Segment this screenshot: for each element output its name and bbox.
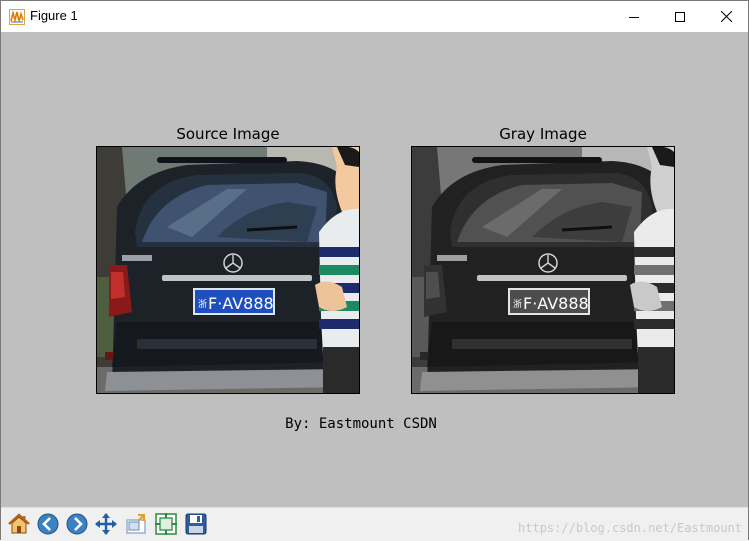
minimize-icon xyxy=(629,16,639,18)
back-arrow-icon xyxy=(37,513,59,535)
forward-arrow-icon xyxy=(66,513,88,535)
home-button[interactable] xyxy=(6,511,32,537)
gray-image-axes[interactable]: 浙 F·AV888 xyxy=(411,146,675,394)
title-bar: Figure 1 xyxy=(1,1,748,32)
plate-text: F·AV888 xyxy=(208,294,274,313)
gray-image: 浙 F·AV888 xyxy=(412,147,674,393)
save-icon xyxy=(185,513,207,535)
zoom-rect-icon xyxy=(126,514,146,534)
figure-footer-text: By: Eastmount CSDN xyxy=(285,416,437,432)
navigation-toolbar: https://blog.csdn.net/Eastmount xyxy=(1,507,748,541)
plate-prefix: 浙 xyxy=(198,298,207,310)
forward-button[interactable] xyxy=(64,511,90,537)
zoom-button[interactable] xyxy=(123,511,149,537)
configure-subplots-icon xyxy=(155,513,177,535)
pan-button[interactable] xyxy=(93,511,119,537)
watermark-text: https://blog.csdn.net/Eastmount xyxy=(518,521,742,535)
plate-prefix: 浙 xyxy=(513,298,522,310)
figure-canvas[interactable]: Source Image 浙 F·AV888 Gray Image 浙 F·AV… xyxy=(1,32,748,507)
pan-move-icon xyxy=(95,513,117,535)
save-button[interactable] xyxy=(183,511,209,537)
plate-text: F·AV888 xyxy=(523,294,589,313)
axes-title-gray: Gray Image xyxy=(499,125,587,143)
matplotlib-figure-icon xyxy=(9,9,25,25)
home-icon xyxy=(8,513,30,534)
maximize-button[interactable] xyxy=(657,1,703,32)
close-button[interactable] xyxy=(703,1,749,32)
back-button[interactable] xyxy=(35,511,61,537)
figure-window: Figure 1 Source Image 浙 F·AV888 Gray Ima… xyxy=(0,0,749,541)
configure-subplots-button[interactable] xyxy=(153,511,179,537)
close-icon xyxy=(720,11,732,22)
minimize-button[interactable] xyxy=(611,1,657,32)
axes-title-source: Source Image xyxy=(176,125,280,143)
source-image-axes[interactable]: 浙 F·AV888 xyxy=(96,146,360,394)
maximize-icon xyxy=(675,11,685,22)
source-image: 浙 F·AV888 xyxy=(97,147,359,393)
window-title: Figure 1 xyxy=(30,8,78,23)
